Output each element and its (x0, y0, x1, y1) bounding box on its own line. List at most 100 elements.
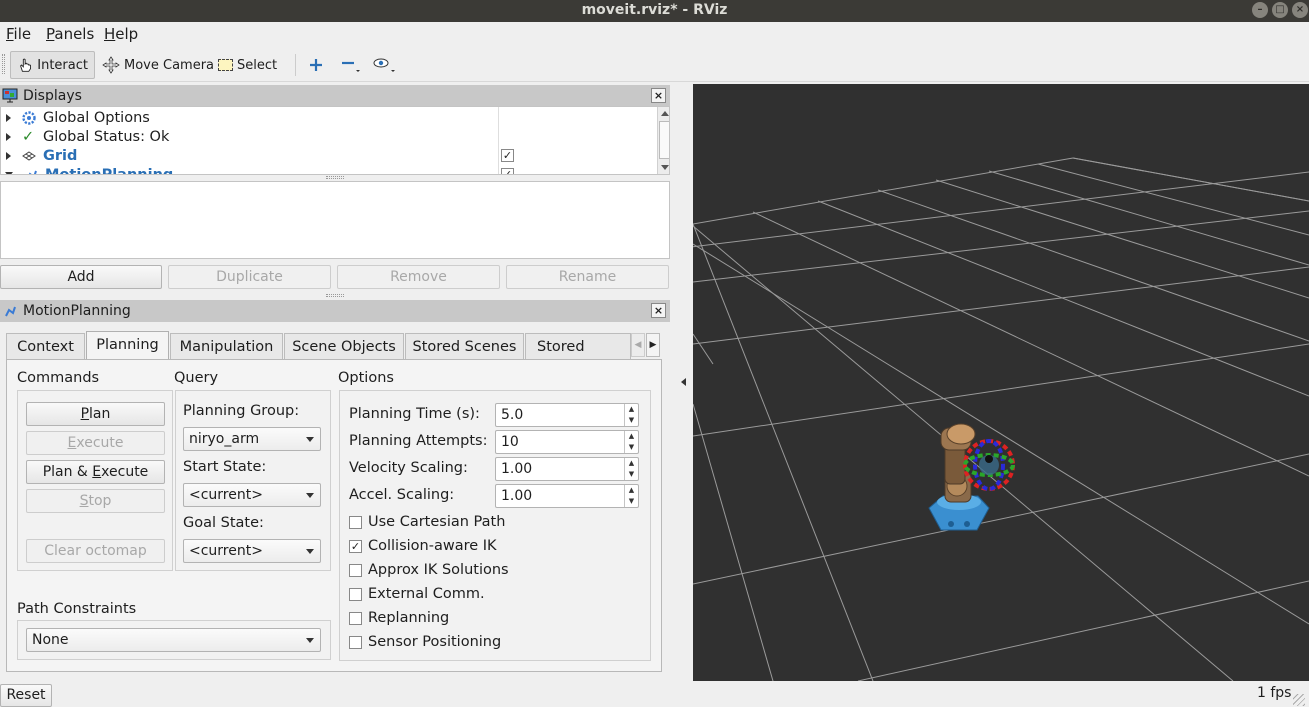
tab-stored-scenes[interactable]: Stored Scenes (405, 333, 524, 359)
plan-and-execute-button[interactable]: Plan & Execute (26, 460, 165, 484)
robot-arm (928, 423, 1015, 531)
spin-down-icon[interactable]: ▼ (624, 442, 638, 453)
checkbox-box[interactable] (349, 587, 362, 601)
close-button[interactable]: × (1292, 2, 1308, 18)
tab-manipulation[interactable]: Manipulation (170, 333, 283, 359)
chevron-down-icon (306, 549, 314, 554)
add-tool-button[interactable] (302, 51, 330, 79)
checkbox-box[interactable]: ✓ (349, 539, 362, 553)
menu-file[interactable]: File (6, 25, 31, 43)
3d-viewport[interactable] (693, 84, 1309, 681)
motionplanning-close-button[interactable]: × (651, 303, 666, 318)
minus-dropdown-icon (342, 61, 360, 72)
tab-scene-objects[interactable]: Scene Objects (284, 333, 404, 359)
fps-indicator: 1 fps (1257, 685, 1292, 701)
spin-down-icon[interactable]: ▼ (624, 469, 638, 480)
expand-arrow-icon[interactable] (6, 113, 11, 122)
displays-close-button[interactable]: × (651, 88, 666, 103)
motionplanning-enable-checkbox[interactable]: ✓ (501, 168, 514, 174)
resize-grip-icon[interactable] (1293, 694, 1305, 706)
splitter-handle[interactable] (326, 176, 344, 179)
tab-context[interactable]: Context (6, 333, 85, 359)
duplicate-display-button[interactable]: Duplicate (168, 265, 331, 289)
checkbox-box[interactable] (349, 611, 362, 625)
checkbox-box[interactable] (349, 515, 362, 529)
planning-time-label: Planning Time (s): (349, 406, 480, 422)
collapse-arrow-icon[interactable] (5, 172, 13, 174)
interact-tool-button[interactable]: Interact (10, 51, 95, 79)
display-item-grid[interactable]: Grid (1, 146, 77, 165)
eye-dropdown-icon (373, 58, 395, 72)
display-item-global-status[interactable]: ✓ Global Status: Ok (1, 127, 169, 146)
motionplanning-title: MotionPlanning (23, 303, 131, 319)
minimize-button[interactable]: – (1252, 2, 1268, 18)
planning-attempts-label: Planning Attempts: (349, 433, 488, 449)
maximize-button[interactable]: □ (1272, 2, 1288, 18)
spin-up-icon[interactable]: ▲ (624, 485, 638, 496)
execute-button[interactable]: Execute (26, 431, 165, 455)
add-display-button[interactable]: Add (0, 265, 162, 289)
expand-arrow-icon[interactable] (6, 151, 11, 160)
tab-scroll-left-button[interactable]: ◀ (631, 333, 645, 357)
displays-scrollbar[interactable] (657, 107, 669, 174)
tab-stored-states[interactable]: Stored States (525, 333, 631, 359)
scroll-up-icon[interactable] (661, 111, 669, 116)
displays-panel-header: Displays × (0, 85, 670, 107)
display-item-label: MotionPlanning (45, 166, 174, 175)
accel-scaling-spinbox[interactable]: 1.00 ▲ ▼ (495, 484, 639, 508)
velocity-scaling-spinbox[interactable]: 1.00 ▲ ▼ (495, 457, 639, 481)
display-item-motionplanning[interactable]: MotionPlanning (1, 165, 174, 175)
gear-icon (22, 110, 36, 125)
spin-down-icon[interactable]: ▼ (624, 496, 638, 507)
scrollbar-thumb[interactable] (659, 121, 669, 159)
sensor-positioning-checkbox[interactable]: Sensor Positioning (349, 634, 501, 650)
spin-up-icon[interactable]: ▲ (624, 404, 638, 415)
grid-enable-checkbox[interactable]: ✓ (501, 149, 514, 162)
remove-tool-button[interactable] (334, 51, 368, 79)
spin-up-icon[interactable]: ▲ (624, 431, 638, 442)
remove-display-button[interactable]: Remove (337, 265, 500, 289)
spin-down-icon[interactable]: ▼ (624, 415, 638, 426)
move-camera-label: Move Camera (124, 57, 215, 73)
planning-group-select[interactable]: niryo_arm (183, 427, 321, 451)
window-title: moveit.rviz* - RViz (581, 2, 728, 18)
select-tool-button[interactable]: Select (212, 51, 283, 79)
planning-attempts-spinbox[interactable]: 10 ▲ ▼ (495, 430, 639, 454)
collision-aware-ik-checkbox[interactable]: ✓ Collision-aware IK (349, 538, 497, 554)
stop-button[interactable]: Stop (26, 489, 165, 513)
menu-bar: File Panels Help (0, 22, 1309, 46)
expand-arrow-icon[interactable] (6, 132, 11, 141)
rename-display-button[interactable]: Rename (506, 265, 669, 289)
checkbox-box[interactable] (349, 563, 362, 577)
reset-button[interactable]: Reset (0, 684, 52, 707)
collapse-left-panel-icon[interactable] (681, 378, 686, 386)
menu-help[interactable]: Help (104, 25, 138, 43)
spin-up-icon[interactable]: ▲ (624, 458, 638, 469)
display-item-label: Grid (43, 147, 78, 164)
ground-grid (693, 157, 1309, 681)
use-cartesian-path-checkbox[interactable]: Use Cartesian Path (349, 514, 505, 530)
move-camera-tool-button[interactable]: Move Camera (96, 51, 220, 79)
commands-group-title: Commands (17, 370, 100, 386)
tab-planning[interactable]: Planning (86, 331, 169, 359)
chevron-down-icon (306, 638, 314, 643)
display-item-label: Global Options (43, 109, 150, 126)
menu-panels[interactable]: Panels (46, 25, 94, 43)
plan-button[interactable]: Plan (26, 402, 165, 426)
splitter-handle[interactable] (326, 294, 344, 297)
start-state-select[interactable]: <current> (183, 483, 321, 507)
scroll-down-icon[interactable] (661, 165, 669, 170)
hand-pointer-icon (20, 58, 32, 72)
chevron-down-icon (306, 437, 314, 442)
tab-scroll-right-button[interactable]: ▶ (646, 333, 660, 357)
external-comm-checkbox[interactable]: External Comm. (349, 586, 485, 602)
display-item-global-options[interactable]: Global Options (1, 108, 150, 127)
planning-time-spinbox[interactable]: 5.0 ▲ ▼ (495, 403, 639, 427)
path-constraints-select[interactable]: None (26, 628, 321, 652)
checkbox-box[interactable] (349, 635, 362, 649)
approx-ik-solutions-checkbox[interactable]: Approx IK Solutions (349, 562, 509, 578)
replanning-checkbox[interactable]: Replanning (349, 610, 449, 626)
view-tool-button[interactable] (366, 51, 404, 79)
goal-state-select[interactable]: <current> (183, 539, 321, 563)
clear-octomap-button[interactable]: Clear octomap (26, 539, 165, 563)
